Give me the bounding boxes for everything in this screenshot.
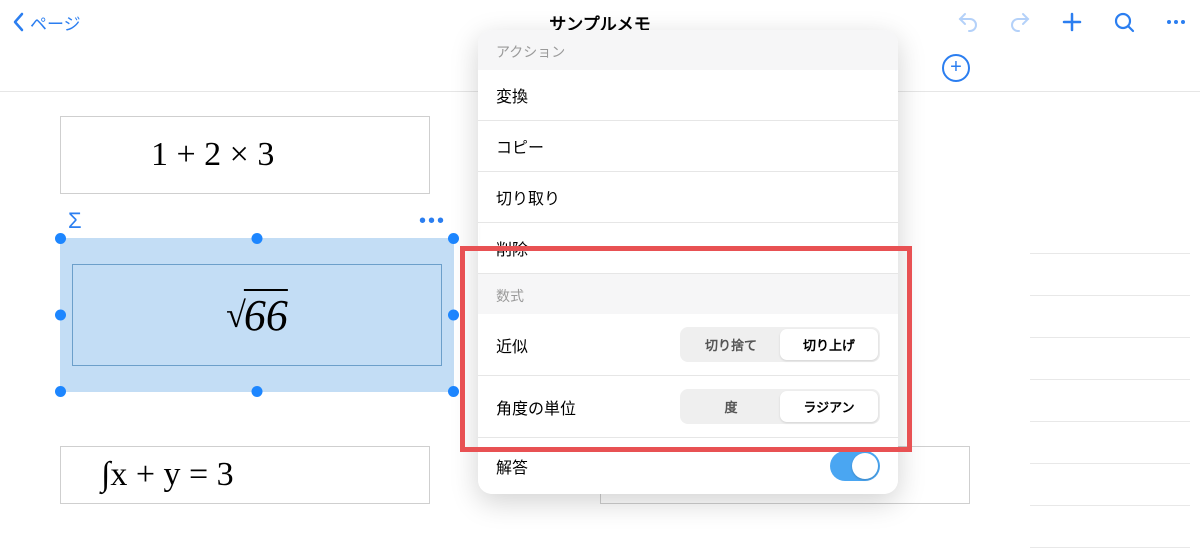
menu-item-copy[interactable]: コピー: [478, 121, 898, 172]
angle-radian[interactable]: ラジアン: [780, 391, 878, 422]
resize-handle[interactable]: [252, 386, 263, 397]
math-block-3-handwritten[interactable]: ∫x + y = 3: [60, 446, 430, 504]
selected-math-block[interactable]: √66: [60, 238, 454, 392]
block-more-button[interactable]: •••: [419, 210, 446, 233]
setting-approx: 近似 切り捨て 切り上げ: [478, 314, 898, 376]
menu-label: コピー: [496, 134, 544, 158]
resize-handle[interactable]: [55, 386, 66, 397]
setting-angle: 角度の単位 度 ラジアン: [478, 376, 898, 438]
menu-label: 変換: [496, 83, 528, 107]
setting-label: 近似: [496, 333, 528, 357]
menu-label: 切り取り: [496, 185, 560, 209]
redo-button[interactable]: [1008, 10, 1032, 34]
setting-answer: 解答: [478, 438, 898, 494]
approx-segmented[interactable]: 切り捨て 切り上げ: [680, 327, 880, 362]
context-popover: アクション 変換 コピー 切り取り 削除 数式 近似 切り捨て 切り上げ 角度の…: [478, 30, 898, 494]
approx-truncate[interactable]: 切り捨て: [682, 329, 780, 360]
angle-segmented[interactable]: 度 ラジアン: [680, 389, 880, 424]
more-icon: [1164, 10, 1188, 34]
add-button[interactable]: [1060, 10, 1084, 34]
ruled-lines: [1030, 212, 1190, 548]
chevron-left-icon: [12, 12, 26, 32]
answer-toggle[interactable]: [830, 451, 880, 481]
plus-icon: [1060, 10, 1084, 34]
resize-handle[interactable]: [448, 310, 459, 321]
setting-label: 解答: [496, 454, 528, 478]
menu-item-cut[interactable]: 切り取り: [478, 172, 898, 223]
setting-label: 角度の単位: [496, 395, 576, 419]
math-block-2[interactable]: √66: [72, 264, 442, 366]
add-section-button[interactable]: +: [942, 54, 970, 82]
header-actions: [956, 10, 1188, 34]
math-expression: ∫x + y = 3: [101, 456, 234, 494]
popover-arrow: [478, 224, 479, 244]
undo-button[interactable]: [956, 10, 980, 34]
resize-handle[interactable]: [55, 233, 66, 244]
math-block-1[interactable]: 1 + 2 × 3: [60, 116, 430, 194]
menu-label: 削除: [496, 236, 528, 260]
back-button[interactable]: ページ: [12, 10, 81, 35]
section-header-action: アクション: [478, 30, 898, 70]
approx-roundup[interactable]: 切り上げ: [780, 329, 878, 360]
sigma-icon: Σ: [68, 208, 82, 234]
search-button[interactable]: [1112, 10, 1136, 34]
more-button[interactable]: [1164, 10, 1188, 34]
math-expression: 1 + 2 × 3: [151, 136, 274, 174]
search-icon: [1112, 10, 1136, 34]
back-label: ページ: [30, 10, 81, 35]
undo-icon: [956, 10, 980, 34]
resize-handle[interactable]: [55, 310, 66, 321]
toggle-knob: [852, 453, 878, 479]
menu-item-delete[interactable]: 削除: [478, 223, 898, 274]
resize-handle[interactable]: [448, 386, 459, 397]
redo-icon: [1008, 10, 1032, 34]
resize-handle[interactable]: [252, 233, 263, 244]
plus-icon: +: [950, 56, 962, 79]
section-header-math: 数式: [478, 274, 898, 314]
menu-item-convert[interactable]: 変換: [478, 70, 898, 121]
resize-handle[interactable]: [448, 233, 459, 244]
root-value: 66: [244, 290, 288, 341]
angle-degree[interactable]: 度: [682, 391, 780, 422]
